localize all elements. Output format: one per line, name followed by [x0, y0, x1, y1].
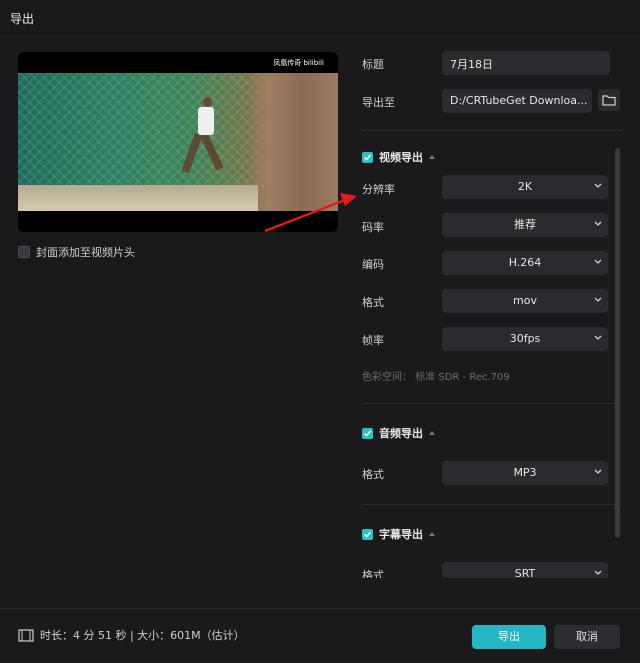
codec-select[interactable]: H.264	[442, 251, 608, 275]
preview-frame	[18, 73, 338, 211]
export-button[interactable]: 导出	[472, 625, 546, 649]
audio-section-label: 音频导出	[379, 427, 423, 440]
caret-up-icon[interactable]	[429, 431, 435, 435]
bitrate-label: 码率	[362, 221, 384, 234]
framerate-select[interactable]: 30fps	[442, 327, 608, 351]
audio-checkbox[interactable]	[362, 427, 373, 439]
cover-checkbox[interactable]	[18, 246, 30, 258]
audio-format-select[interactable]: MP3	[442, 461, 608, 485]
video-section-label: 视频导出	[379, 151, 423, 164]
preview-watermark: 凤凰传奇 bilibili	[273, 59, 324, 67]
chevron-down-icon	[594, 297, 602, 302]
cover-option[interactable]: 封面添加至视频片头	[18, 244, 135, 260]
scrollbar[interactable]	[615, 148, 620, 538]
checkbox-icon	[363, 154, 372, 161]
folder-button[interactable]	[598, 89, 620, 111]
divider	[362, 504, 622, 505]
film-icon	[18, 628, 34, 642]
title-label: 标题	[362, 58, 384, 71]
chevron-down-icon	[594, 183, 602, 188]
runner-head	[203, 97, 212, 107]
audio-format-value: MP3	[513, 466, 537, 479]
format-select[interactable]: mov	[442, 289, 608, 313]
format-label: 格式	[362, 296, 384, 309]
window-title: 导出	[10, 12, 35, 26]
subtitle-format-row: 格式 SRT	[362, 562, 612, 578]
bitrate-select[interactable]: 推荐	[442, 213, 608, 237]
export-path-input[interactable]: D:/CRTubeGet Downloa...	[442, 89, 592, 113]
footer-info: 时长：4 分 51 秒 | 大小：601M（估计）	[18, 627, 245, 643]
tree-trunk	[246, 73, 338, 211]
resolution-label: 分辨率	[362, 183, 395, 196]
chevron-down-icon	[594, 259, 602, 264]
divider	[362, 130, 622, 131]
subtitle-format-label: 格式	[362, 569, 384, 578]
video-section-header[interactable]: 视频导出	[362, 149, 435, 165]
caret-up-icon[interactable]	[429, 155, 435, 159]
folder-icon	[602, 95, 616, 106]
framerate-value: 30fps	[509, 332, 541, 345]
subtitle-section-header[interactable]: 字幕导出	[362, 526, 435, 542]
resolution-value: 2K	[517, 180, 533, 193]
runner-leg	[200, 133, 224, 171]
caret-up-icon[interactable]	[429, 532, 435, 536]
cover-label: 封面添加至视频片头	[36, 246, 135, 259]
divider	[362, 403, 622, 404]
codec-value: H.264	[508, 256, 542, 269]
footer-divider	[0, 608, 640, 609]
subtitle-format-value: SRT	[514, 567, 536, 578]
audio-section-header[interactable]: 音频导出	[362, 425, 435, 441]
chevron-down-icon	[594, 221, 602, 226]
video-checkbox[interactable]	[362, 151, 373, 163]
chevron-down-icon	[594, 570, 602, 575]
subtitle-checkbox[interactable]	[362, 528, 373, 540]
title-bar: 导出	[0, 0, 640, 34]
bitrate-value: 推荐	[514, 218, 536, 231]
duration-size-text: 时长：4 分 51 秒 | 大小：601M（估计）	[40, 629, 245, 642]
cancel-button[interactable]: 取消	[554, 625, 620, 649]
video-preview: 凤凰传奇 bilibili	[18, 52, 338, 232]
subtitle-section-label: 字幕导出	[379, 528, 423, 541]
chevron-down-icon	[594, 335, 602, 340]
runner-body	[198, 107, 214, 135]
subtitle-format-select[interactable]: SRT	[442, 562, 608, 578]
codec-label: 编码	[362, 258, 384, 271]
checkbox-icon	[363, 531, 372, 538]
resolution-select[interactable]: 2K	[442, 175, 608, 199]
colorspace-text: 色彩空间： 标准 SDR - Rec.709	[362, 372, 510, 383]
title-input[interactable]: 7月18日	[442, 51, 610, 75]
runner-leg	[181, 132, 203, 174]
audio-format-label: 格式	[362, 468, 384, 481]
chevron-down-icon	[594, 469, 602, 474]
ground	[18, 185, 258, 211]
checkbox-icon	[363, 430, 372, 437]
format-value: mov	[513, 294, 537, 307]
export-to-label: 导出至	[362, 96, 395, 109]
framerate-label: 帧率	[362, 334, 384, 347]
